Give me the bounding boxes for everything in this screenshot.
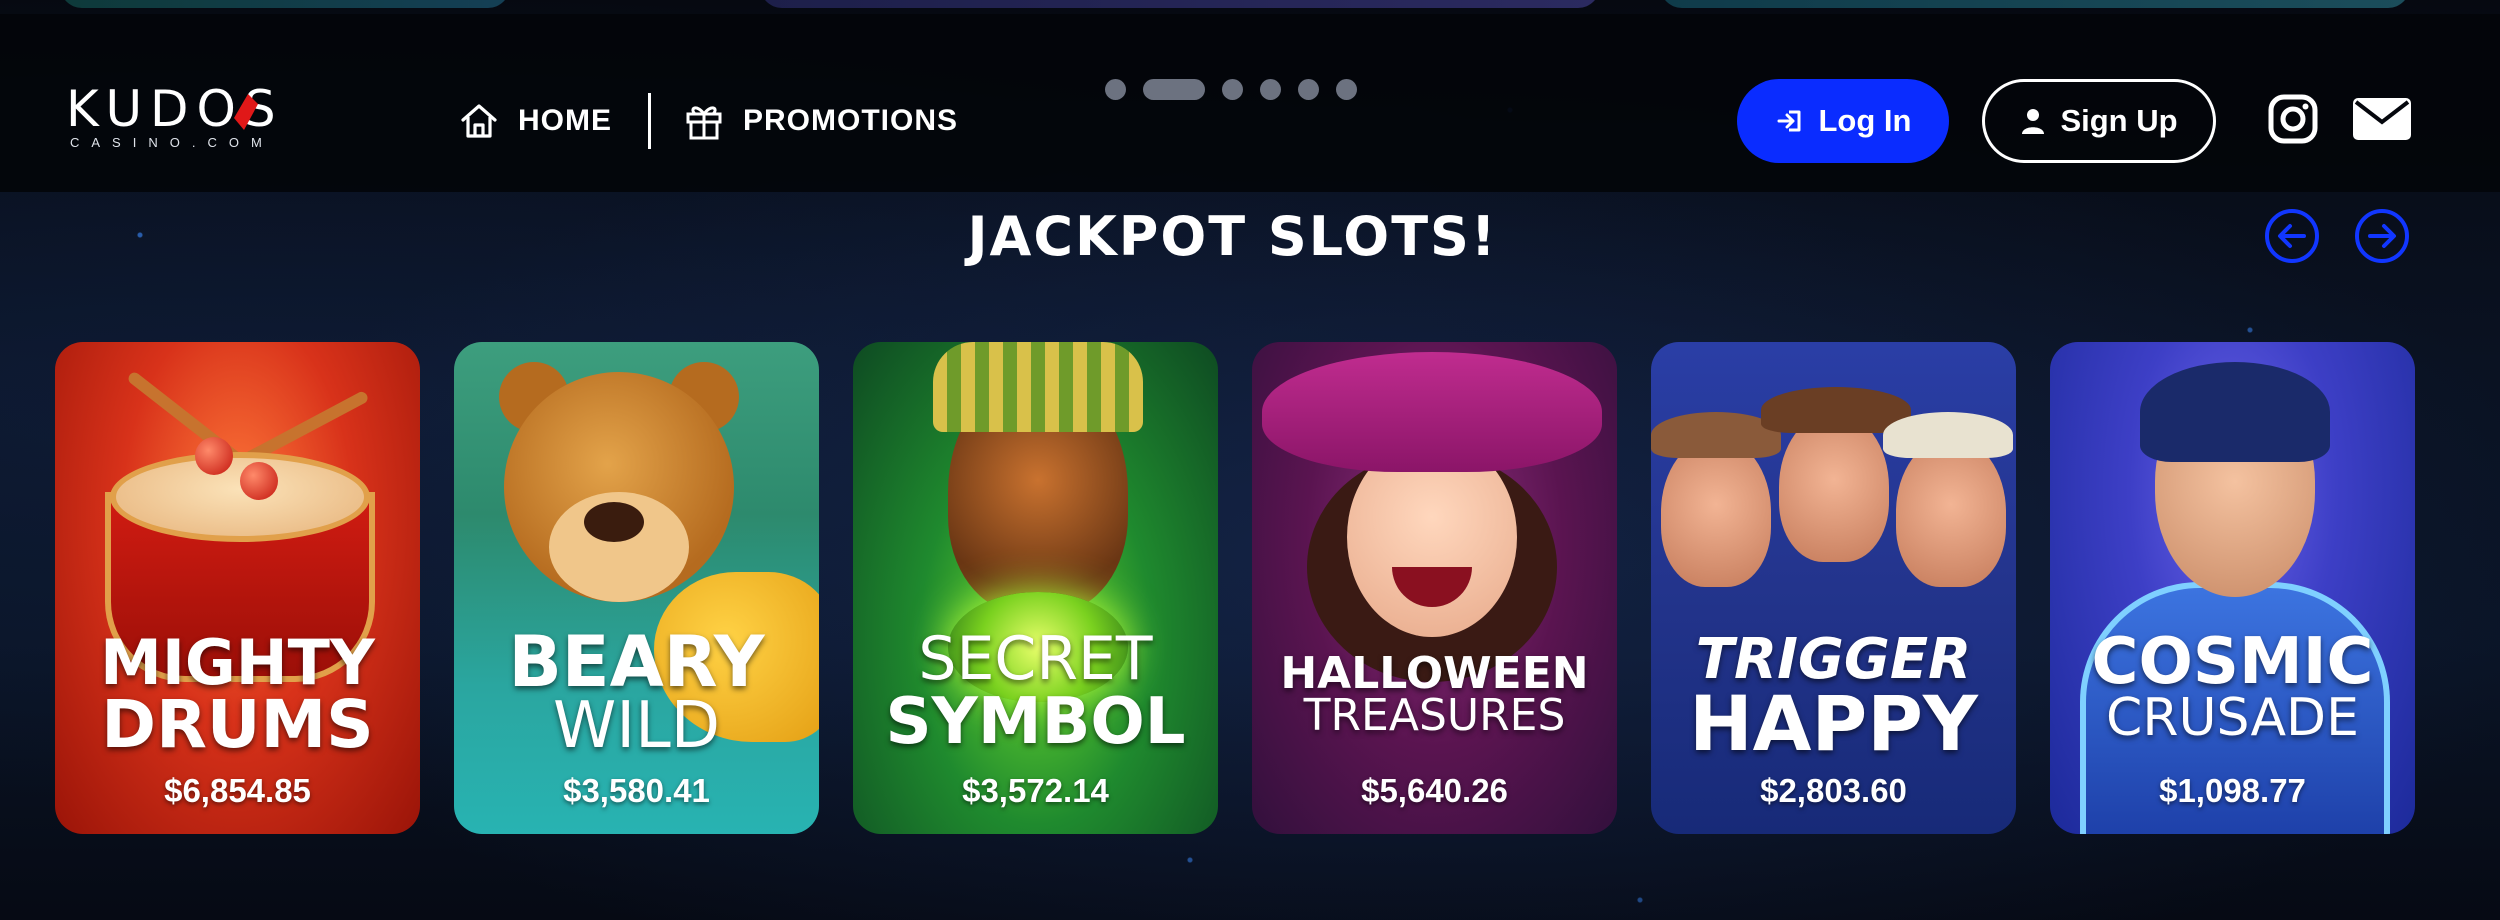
- game-title-line2: WILD: [552, 689, 721, 763]
- game-title-line1: COSMIC: [2091, 625, 2374, 699]
- login-label: Log In: [1818, 103, 1912, 138]
- login-button[interactable]: Log In: [1737, 79, 1949, 163]
- kudos-logo[interactable]: KUDOS CASINO.COM: [66, 80, 311, 150]
- instagram-icon: [2268, 94, 2318, 144]
- user-icon: [2022, 109, 2045, 134]
- jackpot-slots-list: MIGHTY DRUMS $6,854.85 BEARY WILD $3,580…: [55, 342, 2415, 834]
- jackpot-amount: $2,803.60: [1760, 772, 1907, 809]
- main-nav: HOME PROMOTIONS: [458, 92, 958, 150]
- carousel-dot[interactable]: [1336, 79, 1357, 100]
- home-icon: [461, 104, 497, 138]
- jackpot-amount: $1,098.77: [2159, 772, 2306, 809]
- carousel-next-button[interactable]: [2355, 209, 2409, 263]
- game-title-line2: HAPPY: [1689, 679, 1978, 768]
- game-card-secret-symbol[interactable]: SECRET SYMBOL $3,572.14: [853, 342, 1218, 834]
- game-card-mighty-drums[interactable]: MIGHTY DRUMS $6,854.85: [55, 342, 420, 834]
- game-title-line1: SECRET: [918, 624, 1153, 694]
- top-banner-strip: [0, 0, 2500, 14]
- carousel-dot[interactable]: [1222, 79, 1243, 100]
- gift-icon: [686, 106, 722, 140]
- game-artwork: [2050, 342, 2415, 834]
- banner-slide-edge: [1660, 0, 2410, 8]
- jackpot-amount: $5,640.26: [1361, 772, 1508, 809]
- arrow-left-icon: [2278, 224, 2306, 248]
- game-card-beary-wild[interactable]: BEARY WILD $3,580.41: [454, 342, 819, 834]
- game-title-line2: SYMBOL: [885, 685, 1186, 759]
- game-title-line1: BEARY: [508, 621, 765, 703]
- banner-slide-edge: [60, 0, 510, 8]
- carousel-dot[interactable]: [1105, 79, 1126, 100]
- carousel-dot[interactable]: [1260, 79, 1281, 100]
- game-title-line1: MIGHTY: [100, 626, 375, 699]
- game-artwork: [1252, 342, 1617, 834]
- carousel-prev-button[interactable]: [2265, 209, 2319, 263]
- mail-icon: [2353, 98, 2411, 140]
- game-card-trigger-happy[interactable]: TRIGGER HAPPY $2,803.60: [1651, 342, 2016, 834]
- section-title: JACKPOT SLOTS!: [967, 205, 1498, 268]
- arrow-right-icon: [2368, 224, 2396, 248]
- logo-accent-icon: [234, 94, 258, 130]
- carousel-dot-active[interactable]: [1143, 79, 1205, 100]
- game-title-line2: TREASURES: [1303, 690, 1566, 741]
- mail-link[interactable]: [2353, 98, 2411, 140]
- jackpot-amount: $3,572.14: [962, 772, 1109, 809]
- nav-divider: [648, 93, 651, 149]
- banner-slide-edge: [760, 0, 1600, 8]
- signup-label: Sign Up: [2060, 103, 2178, 138]
- nav-promotions-label: PROMOTIONS: [743, 104, 959, 137]
- game-artwork: [853, 342, 1218, 834]
- carousel-dot[interactable]: [1298, 79, 1319, 100]
- carousel-pagination: [1105, 79, 1357, 100]
- game-title-line2: DRUMS: [101, 686, 374, 763]
- nav-promotions[interactable]: PROMOTIONS: [683, 100, 958, 142]
- logo-subtext: CASINO.COM: [70, 135, 274, 150]
- instagram-link[interactable]: [2268, 94, 2318, 144]
- game-card-cosmic-crusade[interactable]: COSMIC CRUSADE $1,098.77: [2050, 342, 2415, 834]
- game-card-halloween-treasures[interactable]: HALLOWEEN TREASURES $5,640.26: [1252, 342, 1617, 834]
- jackpot-amount: $6,854.85: [164, 772, 311, 809]
- login-icon: [1777, 110, 1800, 132]
- nav-home[interactable]: HOME: [458, 100, 612, 142]
- jackpot-amount: $3,580.41: [563, 772, 710, 809]
- site-header: KUDOS CASINO.COM HOME PROMOTIONS Log In …: [0, 14, 2500, 192]
- signup-button[interactable]: Sign Up: [1982, 79, 2216, 163]
- nav-home-label: HOME: [518, 104, 612, 137]
- game-title-line2: CRUSADE: [2106, 688, 2359, 748]
